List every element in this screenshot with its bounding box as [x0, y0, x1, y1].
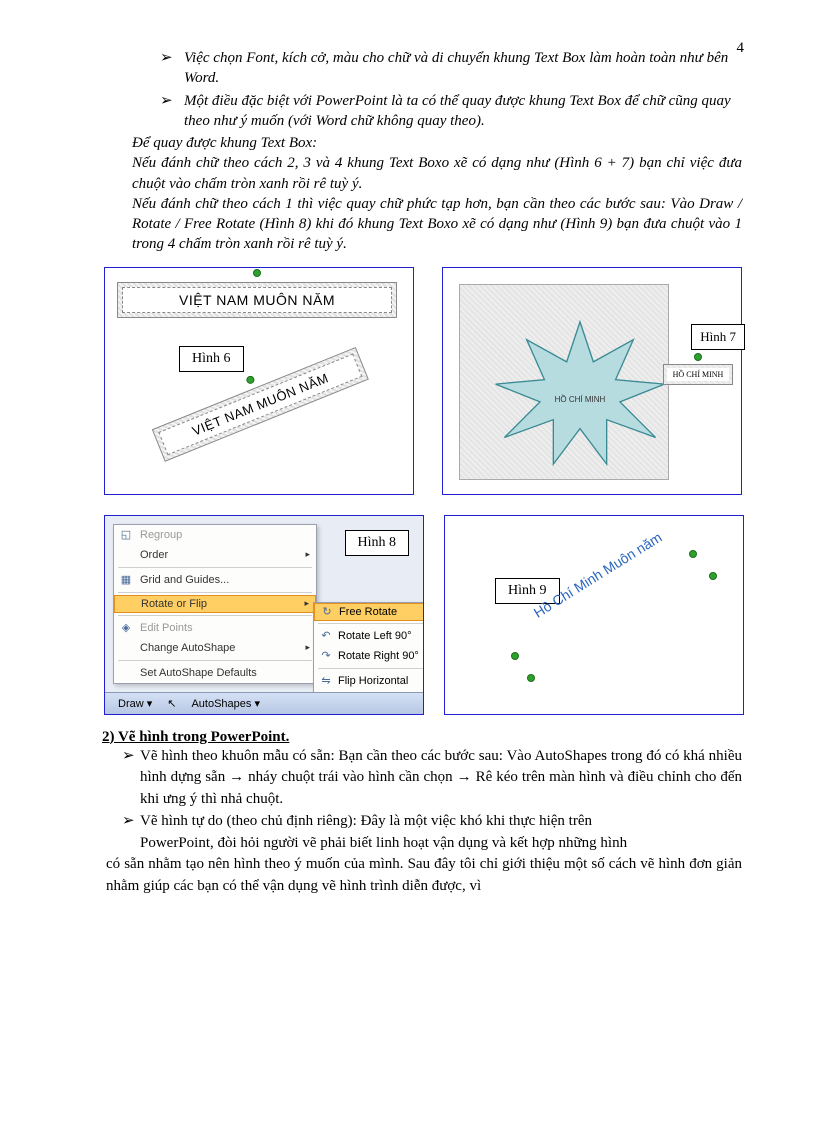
drawing-toolbar: Draw ▾ ↖ AutoShapes ▾: [105, 692, 423, 714]
sec2-tail-2: có sẵn nhằm tạo nên hình theo ý muốn của…: [106, 854, 742, 898]
bullet-arrow-icon: ➢: [160, 91, 184, 132]
submenu-free-rotate[interactable]: ↻ Free Rotate: [314, 603, 424, 621]
rotation-handle-icon: [511, 652, 519, 660]
grid-icon: ▦: [118, 572, 134, 588]
figure-7-caption: Hình 7: [691, 324, 745, 350]
rotate-left-icon: ↶: [318, 628, 334, 644]
bullet-arrow-icon: ➢: [122, 811, 140, 833]
menu-change-autoshape[interactable]: Change AutoShape▸: [114, 638, 316, 658]
select-icon[interactable]: ↖: [163, 697, 180, 710]
rotated-text: Hồ Chí Minh Muôn năm: [531, 528, 665, 620]
menu-regroup[interactable]: ◱ Regroup: [114, 525, 316, 545]
figure-6: VIỆT NAM MUÔN NĂM Hình 6 VIỆT NAM MUÔN N…: [104, 267, 414, 495]
bullet-arrow-icon: ➢: [122, 746, 140, 811]
page-number: 4: [737, 40, 745, 57]
rotation-handle-icon: [527, 674, 535, 682]
rotate-para-1: Nếu đánh chữ theo cách 2, 3 và 4 khung T…: [132, 153, 742, 194]
rotation-handle-icon: [245, 374, 255, 384]
bullet-1: Việc chọn Font, kích cở, màu cho chữ và …: [184, 48, 742, 89]
menu-edit-points[interactable]: ◈ Edit Points: [114, 618, 316, 638]
figure-9: Hình 9 Hồ Chí Minh Muôn năm: [444, 515, 744, 715]
figure-7: HỒ CHÍ MINH Hình 7 HỒ CHÍ MINH: [442, 267, 742, 495]
small-textbox: HỒ CHÍ MINH: [667, 368, 729, 381]
draw-menu: ◱ Regroup Order▸ ▦ Grid and Guides... Ro…: [113, 524, 317, 684]
rotate-title: Để quay được khung Text Box:: [132, 133, 742, 153]
submenu-rotate-left[interactable]: ↶ Rotate Left 90°: [314, 626, 424, 646]
star-label: HỒ CHÍ MINH: [555, 393, 606, 403]
sec2-bullet-2: Vẽ hình tự do (theo chủ định riêng): Đây…: [140, 811, 742, 833]
rotation-handle-icon: [694, 353, 702, 361]
menu-rotate-flip[interactable]: Rotate or Flip▸: [114, 595, 316, 613]
menu-set-default[interactable]: Set AutoShape Defaults: [114, 663, 316, 683]
figure-8: ◱ Regroup Order▸ ▦ Grid and Guides... Ro…: [104, 515, 424, 715]
textbox-top: VIỆT NAM MUÔN NĂM: [122, 287, 392, 313]
bullet-arrow-icon: ➢: [160, 48, 184, 89]
free-rotate-icon: ↻: [319, 604, 335, 620]
submenu-rotate-right[interactable]: ↷ Rotate Right 90°: [314, 646, 424, 666]
menu-order[interactable]: Order▸: [114, 545, 316, 565]
section-2-heading: 2) Vẽ hình trong PowerPoint.: [102, 729, 752, 746]
sec2-tail-1: PowerPoint, đòi hỏi người vẽ phải biết l…: [140, 833, 742, 855]
figure-8-caption: Hình 8: [345, 530, 410, 556]
rotate-para-2: Nếu đánh chữ theo cách 1 thì việc quay c…: [132, 194, 742, 255]
rotate-right-icon: ↷: [318, 648, 334, 664]
editpoints-icon: ◈: [118, 620, 134, 636]
autoshapes-button[interactable]: AutoShapes ▾: [184, 695, 267, 712]
bullet-2: Một điều đặc biệt với PowerPoint là ta c…: [184, 91, 742, 132]
draw-button[interactable]: Draw ▾: [111, 695, 159, 712]
sec2-bullet-1: Vẽ hình theo khuôn mẫu có sẵn: Bạn cần t…: [140, 746, 742, 811]
rotation-handle-icon: [709, 572, 717, 580]
menu-grid[interactable]: ▦ Grid and Guides...: [114, 570, 316, 590]
star-shape-icon: HỒ CHÍ MINH: [490, 313, 670, 473]
submenu-flip-h[interactable]: ⇋ Flip Horizontal: [314, 671, 424, 691]
flip-h-icon: ⇋: [318, 673, 334, 689]
rotation-handle-icon: [689, 550, 697, 558]
rotation-handle-icon: [253, 269, 261, 277]
regroup-icon: ◱: [118, 527, 134, 543]
top-body: ➢ Việc chọn Font, kích cở, màu cho chữ v…: [160, 48, 742, 255]
